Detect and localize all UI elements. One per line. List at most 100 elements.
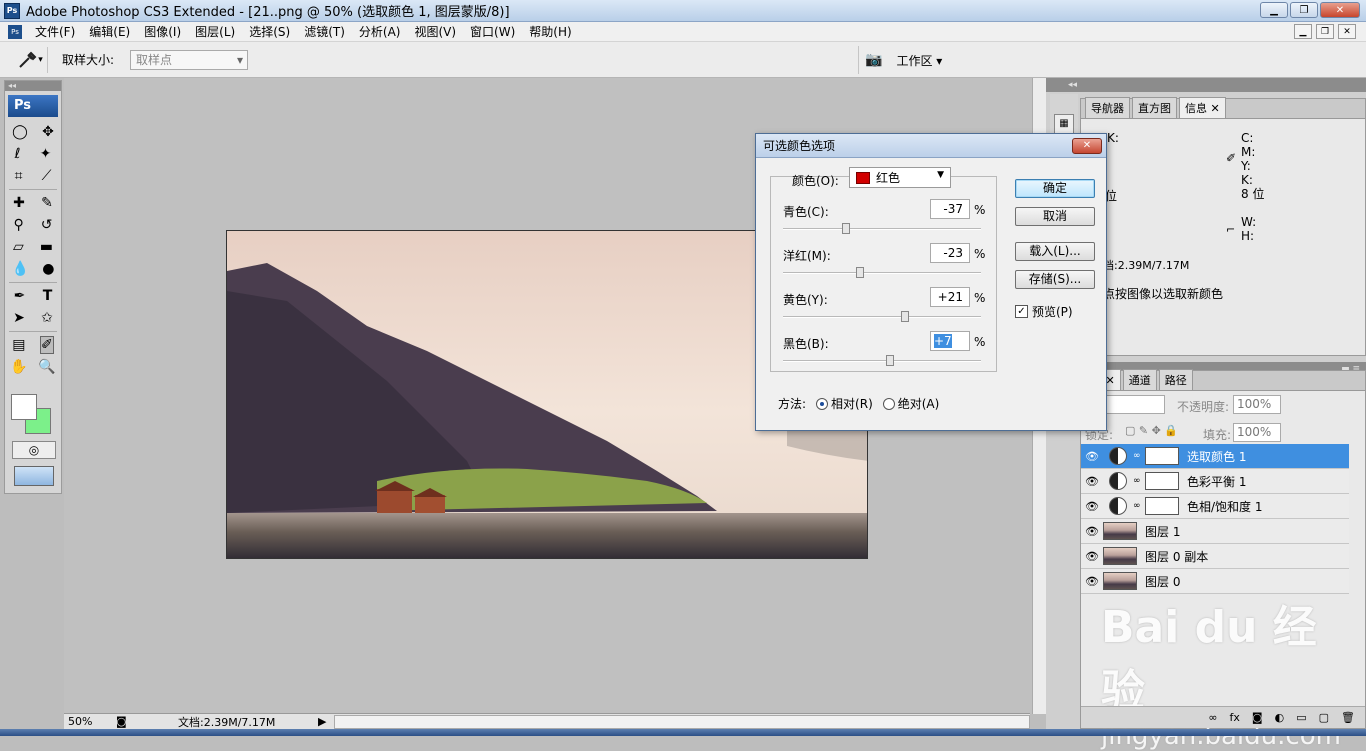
delete-layer-icon[interactable]: 🗑 <box>1341 711 1355 724</box>
tab-info[interactable]: 信息 ✕ <box>1179 97 1226 118</box>
toolbox-header[interactable]: ◂◂ <box>5 81 61 91</box>
fill-input[interactable]: 100% <box>1233 423 1281 442</box>
eye-icon[interactable]: 👁 <box>1081 500 1103 513</box>
dock-icon[interactable]: ▦ <box>1054 114 1074 134</box>
workspace-menu[interactable]: 工作区 ▾ <box>896 52 942 69</box>
dialog-title-bar[interactable]: 可选颜色选项 ✕ <box>756 134 1106 158</box>
layer-thumbnail[interactable] <box>1103 522 1137 540</box>
tab-channels[interactable]: 通道 <box>1122 369 1157 390</box>
opacity-input[interactable]: 100% <box>1233 395 1281 414</box>
menu-analysis[interactable]: 分析(A) <box>352 23 408 40</box>
menu-file[interactable]: 文件(F) <box>28 23 82 40</box>
add-mask-icon[interactable]: ◙ <box>1252 711 1263 724</box>
magic-wand-tool-icon[interactable]: ✦ <box>40 146 52 162</box>
menu-layer[interactable]: 图层(L) <box>188 23 242 40</box>
brush-tool-icon[interactable]: ✎ <box>41 195 53 211</box>
lasso-tool-icon[interactable]: ℓ <box>15 146 21 162</box>
magenta-slider-track[interactable] <box>783 272 981 274</box>
magenta-input[interactable]: -23 <box>930 243 970 263</box>
yellow-slider-handle[interactable] <box>901 311 909 322</box>
tab-navigator[interactable]: 导航器 <box>1085 97 1130 118</box>
minimize-button[interactable]: ▁ <box>1260 2 1288 18</box>
tab-histogram[interactable]: 直方图 <box>1132 97 1177 118</box>
zoom-tool-icon[interactable]: 🔍 <box>38 359 55 375</box>
black-slider-track[interactable] <box>783 360 981 362</box>
slice-tool-icon[interactable]: ⟋ <box>42 168 52 184</box>
pen-tool-icon[interactable]: ✒ <box>14 288 26 304</box>
menu-filter[interactable]: 滤镜(T) <box>297 23 352 40</box>
layer-mask-thumbnail[interactable] <box>1145 472 1179 490</box>
link-layers-icon[interactable]: ∞ <box>1208 711 1217 724</box>
menu-help[interactable]: 帮助(H) <box>522 23 578 40</box>
crop-tool-icon[interactable]: ⌗ <box>15 168 23 184</box>
type-tool-icon[interactable]: T <box>43 288 53 304</box>
layer-row[interactable]: 👁 图层 1 <box>1081 519 1349 544</box>
close-button[interactable]: ✕ <box>1320 2 1360 18</box>
new-layer-icon[interactable]: ▢ <box>1319 711 1329 724</box>
absolute-radio[interactable]: 绝对(A) <box>882 395 939 412</box>
menu-select[interactable]: 选择(S) <box>242 23 297 40</box>
cyan-slider-track[interactable] <box>783 228 981 230</box>
eye-icon[interactable]: 👁 <box>1081 475 1103 488</box>
notes-tool-icon[interactable]: ▤ <box>12 337 25 353</box>
stamp-tool-icon[interactable]: ⚲ <box>14 217 24 233</box>
blur-tool-icon[interactable]: 💧 <box>12 261 29 277</box>
foreground-color-swatch[interactable] <box>11 394 37 420</box>
zoom-level[interactable]: 50% <box>64 715 116 728</box>
black-input[interactable]: +7 <box>930 331 970 351</box>
menu-window[interactable]: 窗口(W) <box>463 23 522 40</box>
color-select[interactable]: 红色 ▼ <box>849 167 951 188</box>
bridge-icon[interactable]: 📷 <box>865 52 882 68</box>
lock-icons[interactable]: ▢ ✎ ✥ 🔒 <box>1125 424 1178 437</box>
new-group-icon[interactable]: ▭ <box>1296 711 1306 724</box>
black-slider-handle[interactable] <box>886 355 894 366</box>
shape-tool-icon[interactable]: ✩ <box>41 310 53 326</box>
screen-mode-icon[interactable] <box>14 466 54 486</box>
eye-icon[interactable]: 👁 <box>1081 575 1103 588</box>
layer-row[interactable]: 👁 ∞ 选取颜色 1 <box>1081 444 1349 469</box>
status-arrow-icon[interactable]: ▶ <box>318 715 328 728</box>
quick-mask-icon[interactable]: ◎ <box>12 441 56 459</box>
doc-close-button[interactable]: ✕ <box>1338 24 1356 39</box>
eye-icon[interactable]: 👁 <box>1081 550 1103 563</box>
layer-style-icon[interactable]: fx <box>1230 711 1240 724</box>
load-button[interactable]: 载入(L)... <box>1015 242 1095 261</box>
menu-edit[interactable]: 编辑(E) <box>82 23 137 40</box>
eyedropper-icon[interactable]: ✐ <box>40 336 54 354</box>
tab-paths[interactable]: 路径 <box>1158 369 1193 390</box>
cyan-input[interactable]: -37 <box>930 199 970 219</box>
path-select-tool-icon[interactable]: ➤ <box>13 310 25 326</box>
layer-row[interactable]: 👁 图层 0 副本 <box>1081 544 1349 569</box>
gradient-tool-icon[interactable]: ▬ <box>40 239 53 255</box>
menu-view[interactable]: 视图(V) <box>407 23 463 40</box>
eye-icon[interactable]: 👁 <box>1081 525 1103 538</box>
dodge-tool-icon[interactable]: ● <box>42 261 54 277</box>
dialog-close-button[interactable]: ✕ <box>1072 138 1102 154</box>
horizontal-scrollbar[interactable] <box>334 714 1030 729</box>
magenta-slider-handle[interactable] <box>856 267 864 278</box>
eraser-tool-icon[interactable]: ▱ <box>13 239 24 255</box>
layer-row[interactable]: 👁 ∞ 色彩平衡 1 <box>1081 469 1349 494</box>
panel-strip[interactable]: ◂◂ <box>1046 78 1366 92</box>
move-tool-icon[interactable]: ✥ <box>42 124 54 140</box>
yellow-input[interactable]: +21 <box>930 287 970 307</box>
layer-mask-thumbnail[interactable] <box>1145 497 1179 515</box>
healing-brush-tool-icon[interactable]: ✚ <box>13 195 25 211</box>
eye-icon[interactable]: 👁 <box>1081 450 1103 463</box>
preview-checkbox[interactable]: ✓ 预览(P) <box>1015 303 1073 320</box>
relative-radio[interactable]: 相对(R) <box>816 395 873 412</box>
status-icon[interactable]: ◙ <box>116 715 134 728</box>
layer-thumbnail[interactable] <box>1103 572 1137 590</box>
yellow-slider-track[interactable] <box>783 316 981 318</box>
save-button[interactable]: 存储(S)... <box>1015 270 1095 289</box>
checkmark-icon[interactable]: ✓ <box>1015 305 1028 318</box>
eyedropper-tool-icon[interactable]: ▾ <box>12 46 48 73</box>
doc-restore-button[interactable]: ❐ <box>1316 24 1334 39</box>
menu-image[interactable]: 图像(I) <box>137 23 188 40</box>
new-adjustment-icon[interactable]: ◐ <box>1275 711 1285 724</box>
layer-thumbnail[interactable] <box>1103 547 1137 565</box>
layer-row[interactable]: 👁 ∞ 色相/饱和度 1 <box>1081 494 1349 519</box>
marquee-tool-icon[interactable]: ◯ <box>12 124 28 140</box>
ok-button[interactable]: 确定 <box>1015 179 1095 198</box>
history-brush-tool-icon[interactable]: ↺ <box>41 217 53 233</box>
